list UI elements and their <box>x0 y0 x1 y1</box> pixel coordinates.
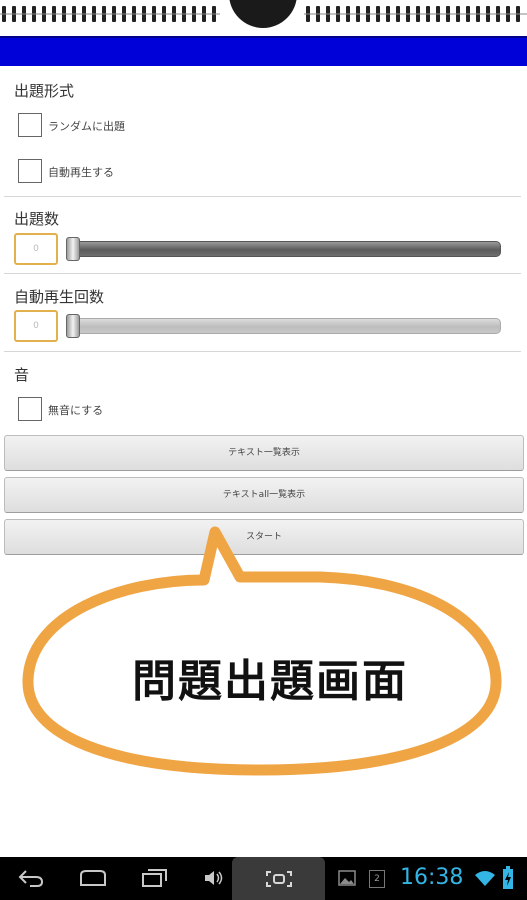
autoplay-count-input[interactable]: 0 <box>14 310 58 342</box>
system-nav-bar: 2 16:38 <box>0 857 527 900</box>
count-section-label: 出題数 <box>14 210 60 228</box>
sound-section-label: 音 <box>14 366 30 384</box>
screenshot-button[interactable] <box>232 857 325 900</box>
divider <box>4 351 521 352</box>
count-input[interactable]: 0 <box>14 233 58 265</box>
battery-icon <box>503 866 513 889</box>
count-slider[interactable] <box>68 241 501 257</box>
autoplay-count-slider-thumb[interactable] <box>66 314 80 338</box>
screenshot-icon <box>266 871 292 887</box>
notebook-binding <box>0 0 527 36</box>
autoplay-checkbox[interactable] <box>18 159 42 183</box>
count-slider-thumb[interactable] <box>66 237 80 261</box>
text-all-list-button[interactable]: テキストall一覧表示 <box>4 477 524 513</box>
random-checkbox-label[interactable]: ランダムに出題 <box>48 118 125 134</box>
autoplay-count-section-label: 自動再生回数 <box>14 288 105 306</box>
recent-apps-icon[interactable] <box>141 868 169 888</box>
mute-checkbox-label[interactable]: 無音にする <box>48 402 103 418</box>
back-icon[interactable] <box>18 869 44 887</box>
divider <box>4 196 521 197</box>
volume-icon[interactable] <box>203 869 225 887</box>
autoplay-count-slider[interactable] <box>68 318 501 334</box>
wifi-icon <box>475 871 495 886</box>
mute-checkbox[interactable] <box>18 397 42 421</box>
autoplay-checkbox-label[interactable]: 自動再生する <box>48 164 114 180</box>
home-icon[interactable] <box>78 869 108 887</box>
format-section-label: 出題形式 <box>14 82 75 100</box>
clock: 16:38 <box>400 865 464 890</box>
random-checkbox[interactable] <box>18 113 42 137</box>
text-list-button[interactable]: テキスト一覧表示 <box>4 435 524 471</box>
divider <box>4 273 521 274</box>
notification-count: 2 <box>369 870 385 888</box>
bubble-caption: 問題出題画面 <box>132 656 408 707</box>
gallery-icon <box>338 870 356 886</box>
header-band <box>0 36 527 66</box>
